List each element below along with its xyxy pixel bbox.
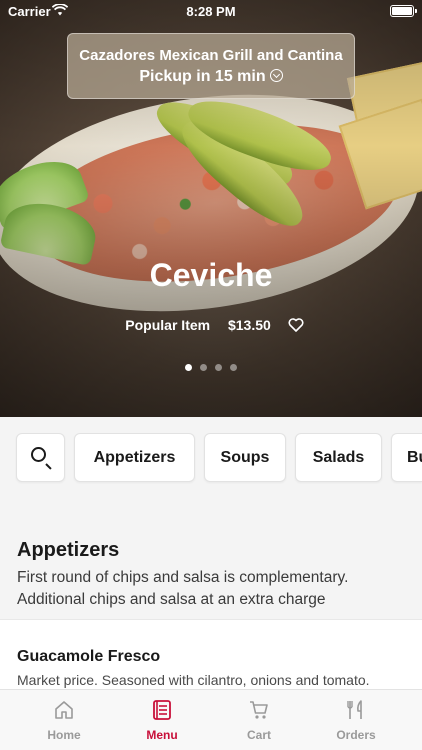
clock: 8:28 PM (186, 4, 236, 19)
section-description: First round of chips and salsa is comple… (17, 567, 417, 611)
carousel-dot-active[interactable] (185, 364, 192, 371)
restaurant-name: Cazadores Mexican Grill and Cantina (79, 47, 343, 64)
tab-cart[interactable]: Cart (209, 690, 309, 750)
category-appetizers[interactable]: Appetizers (74, 433, 195, 482)
category-soups[interactable]: Soups (204, 433, 286, 482)
pickup-selector[interactable]: Cazadores Mexican Grill and Cantina Pick… (67, 33, 355, 99)
search-button[interactable] (16, 433, 65, 482)
hero-banner[interactable]: Carrier 8:28 PM Cazadores Mexican Grill … (0, 0, 422, 417)
featured-title: Ceviche (149, 257, 273, 293)
section-description-line: Additional chips and salsa at an extra c… (17, 591, 326, 608)
carousel-dot[interactable] (200, 364, 207, 371)
popular-badge: Popular Item (125, 317, 211, 333)
home-icon (55, 701, 73, 719)
tab-home[interactable]: Home (14, 690, 114, 750)
tab-label: Home (47, 728, 81, 742)
featured-price: $13.50 (227, 317, 271, 333)
battery-icon (390, 5, 417, 17)
tab-menu[interactable]: Menu (112, 690, 212, 750)
menu-item-name: Guacamole Fresco (17, 648, 161, 665)
category-bar: Appetizers Soups Salads Bu (0, 417, 422, 499)
featured-meta: Popular Item $13.50 (0, 316, 422, 333)
cart-icon (250, 701, 268, 719)
category-burritos-partial[interactable]: Bu (391, 433, 422, 482)
tab-bar: Home Menu Cart Orders (0, 689, 422, 750)
menu-icon (153, 700, 171, 720)
tab-label: Orders (336, 728, 376, 742)
menu-item[interactable]: Guacamole Fresco Market price. Seasoned … (0, 619, 422, 689)
pickup-time: Pickup in 15 min (68, 68, 354, 86)
menu-item-description: Market price. Seasoned with cilantro, on… (17, 672, 370, 688)
tab-label: Cart (246, 728, 271, 742)
section-header: Appetizers First round of chips and sals… (0, 499, 422, 619)
search-icon (31, 447, 46, 462)
category-salads[interactable]: Salads (295, 433, 382, 482)
tab-orders[interactable]: Orders (306, 690, 406, 750)
pickup-label: Pickup in 15 min (139, 68, 266, 85)
heart-icon[interactable] (288, 318, 304, 332)
carousel-dots (0, 358, 422, 376)
status-bar: Carrier 8:28 PM (0, 0, 422, 22)
orders-icon (347, 700, 362, 719)
section-title: Appetizers (17, 539, 120, 561)
section-description-line: First round of chips and salsa is comple… (17, 569, 349, 586)
tab-label: Menu (146, 728, 178, 742)
carousel-dot[interactable] (215, 364, 222, 371)
carousel-dot[interactable] (230, 364, 237, 371)
chevron-down-icon (269, 69, 283, 82)
